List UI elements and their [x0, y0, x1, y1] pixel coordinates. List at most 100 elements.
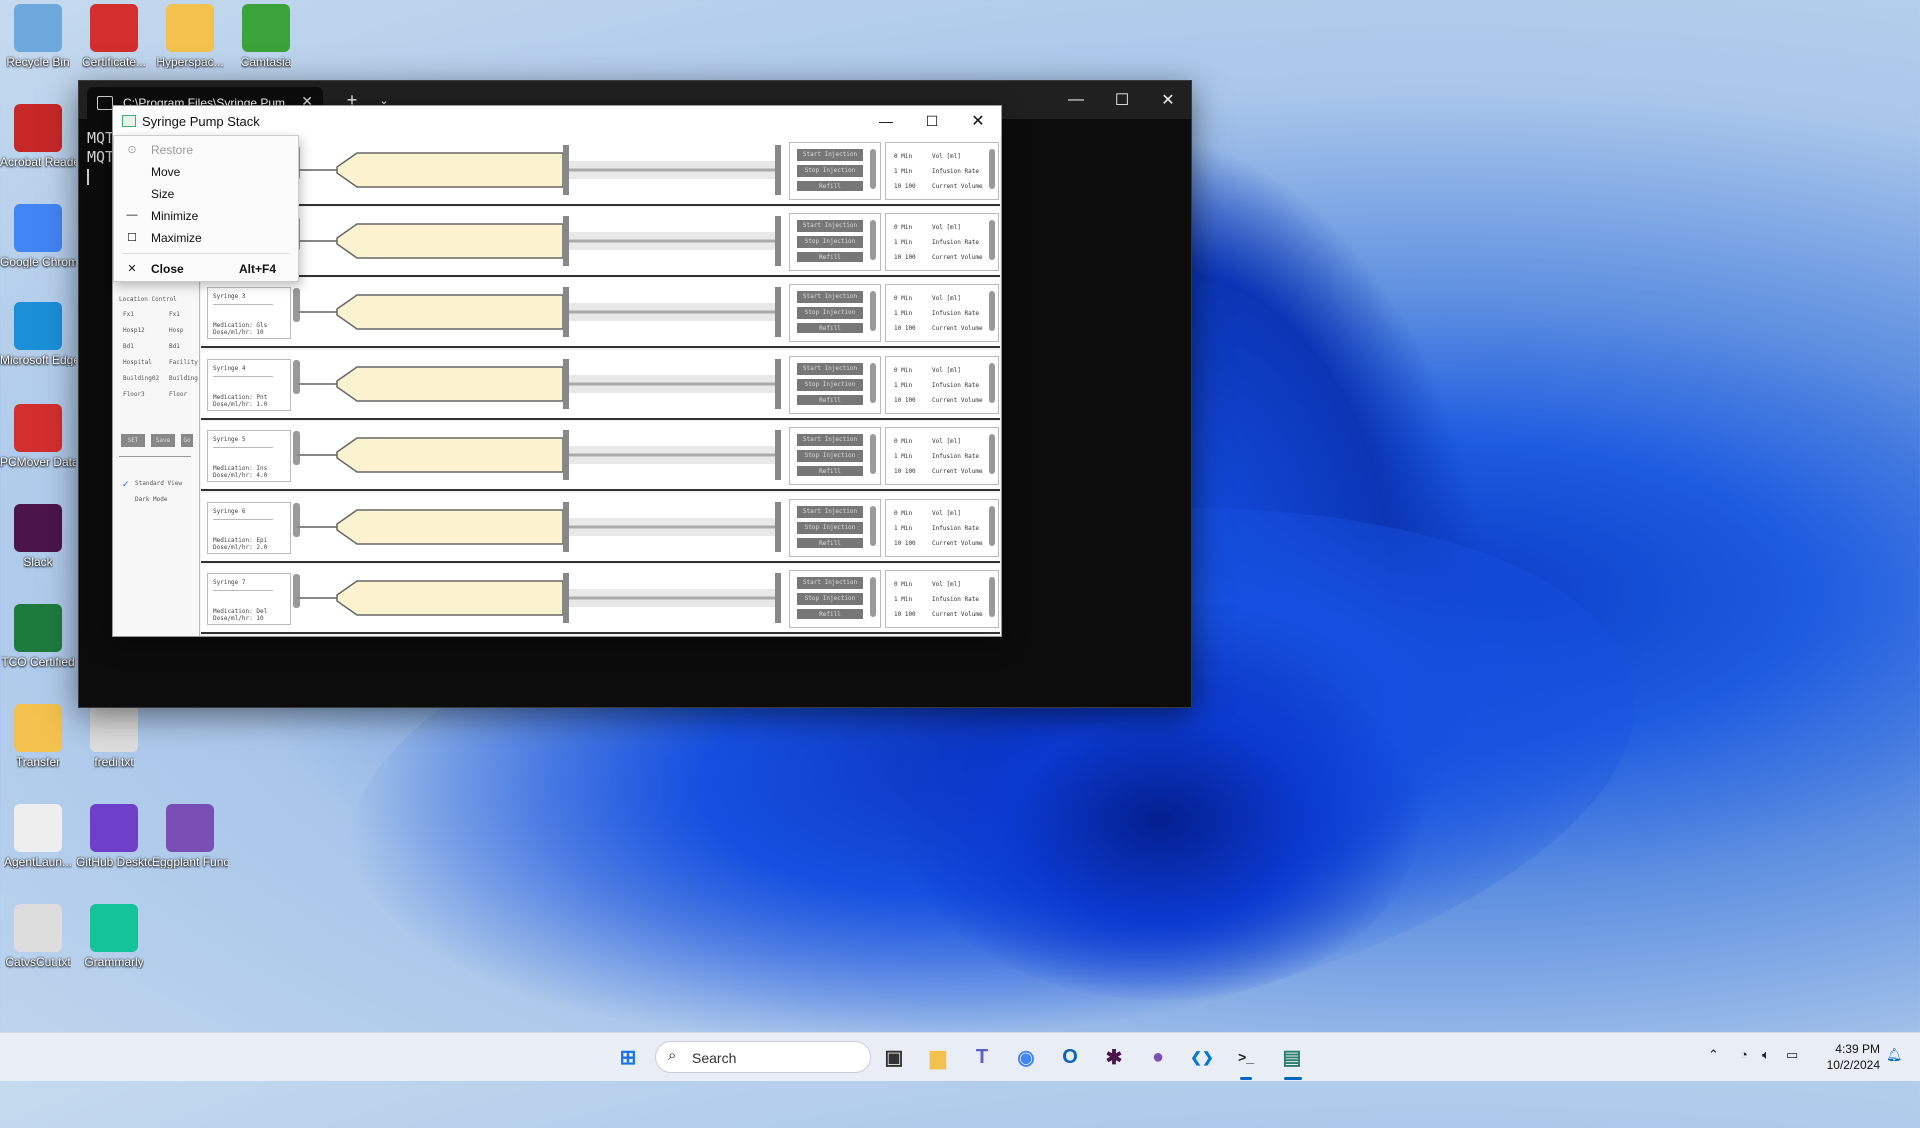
scrollbar[interactable]	[989, 577, 995, 617]
wifi-icon[interactable]: ◔	[1740, 1047, 1748, 1062]
close-icon[interactable]: ✕	[955, 106, 1001, 136]
clock[interactable]: 4:39 PM 10/2/2024	[1818, 1041, 1880, 1073]
location-button[interactable]: Go	[181, 434, 193, 447]
divider	[213, 447, 273, 448]
menu-item-size[interactable]: Size	[114, 183, 298, 205]
terminal-icon[interactable]: >_	[1230, 1041, 1262, 1073]
refill-button[interactable]: Refill	[797, 181, 863, 191]
start-injection-button[interactable]: Start Injection	[797, 434, 863, 446]
desktop-icon[interactable]: fredi.txt	[76, 704, 152, 769]
infusion-stats: 0 Min Vol [ml] 1 Min Infusion Rate 10 10…	[885, 356, 999, 414]
infusion-stats: 0 Min Vol [ml] 1 Min Infusion Rate 10 10…	[885, 570, 999, 628]
desktop-icon[interactable]: Grammarly	[76, 904, 152, 969]
refill-button[interactable]: Refill	[797, 466, 863, 476]
minimize-icon[interactable]: —	[863, 106, 909, 136]
eggplant-icon[interactable]: ●	[1142, 1041, 1174, 1073]
maximize-icon[interactable]: ☐	[909, 106, 955, 136]
teams-icon[interactable]: T	[966, 1041, 998, 1073]
chevron-up-icon[interactable]: ⌃	[1708, 1047, 1719, 1063]
menu-item-maximize[interactable]: ☐ Maximize	[114, 227, 298, 249]
start-injection-button[interactable]: Start Injection	[797, 363, 863, 375]
menu-item-minimize[interactable]: — Minimize	[114, 205, 298, 227]
injection-controls: Start Injection Stop Injection Refill	[789, 356, 881, 414]
location-field-label: Bd1	[123, 343, 134, 350]
chrome-icon[interactable]: ◉	[1010, 1041, 1042, 1073]
scrollbar[interactable]	[989, 291, 995, 331]
stop-injection-button[interactable]: Stop Injection	[797, 522, 863, 534]
location-button[interactable]: Save	[151, 434, 175, 447]
minimize-icon[interactable]: —	[1053, 81, 1099, 119]
taskbar-search[interactable]: ⌕	[655, 1041, 871, 1073]
start-injection-button[interactable]: Start Injection	[797, 577, 863, 589]
scrollbar[interactable]	[870, 149, 876, 189]
desktop-icon-label: TCO Certified	[1, 655, 75, 669]
refill-button[interactable]: Refill	[797, 323, 863, 333]
start-injection-button[interactable]: Start Injection	[797, 291, 863, 303]
desktop-icon[interactable]: Acrobat Reader	[0, 104, 76, 169]
syringe-pump-app-icon[interactable]: ▤	[1276, 1041, 1308, 1073]
search-input[interactable]	[690, 1048, 864, 1068]
desktop-icon[interactable]: Transfer	[0, 704, 76, 769]
notification-bell-icon[interactable]: 🔔︎	[1886, 1047, 1903, 1063]
desktop-icon[interactable]: Microsoft Edge	[0, 302, 76, 367]
stop-injection-button[interactable]: Stop Injection	[797, 236, 863, 248]
desktop-icon[interactable]: Recycle Bin	[0, 4, 76, 69]
slack-icon[interactable]: ✱	[1098, 1041, 1130, 1073]
stop-injection-button[interactable]: Stop Injection	[797, 379, 863, 391]
desktop-icon[interactable]: Eggplant Functional	[152, 804, 228, 869]
file-explorer-icon[interactable]: ▆	[922, 1041, 954, 1073]
stat-text: Infusion Rate	[932, 168, 979, 175]
refill-button[interactable]: Refill	[797, 538, 863, 548]
desktop-icon[interactable]: Camtasia	[228, 4, 304, 69]
battery-icon[interactable]: ▭	[1786, 1047, 1798, 1063]
task-view-icon[interactable]: ▣	[878, 1041, 910, 1073]
desktop-icon[interactable]: Google Chrome	[0, 204, 76, 269]
desktop-icon[interactable]: AgentLaun...	[0, 804, 76, 869]
stop-injection-button[interactable]: Stop Injection	[797, 593, 863, 605]
start-menu-icon[interactable]: ⊞	[612, 1041, 644, 1073]
desktop-icon[interactable]: TCO Certified	[0, 604, 76, 669]
close-icon[interactable]: ✕	[1145, 81, 1191, 119]
maximize-icon[interactable]: ☐	[1099, 81, 1145, 119]
menu-item-label: Move	[151, 165, 181, 179]
location-button[interactable]: SET	[121, 434, 145, 447]
desktop-icon[interactable]: PCMover DataMigrat...	[0, 404, 76, 469]
scrollbar[interactable]	[870, 506, 876, 546]
injection-controls: Start Injection Stop Injection Refill	[789, 570, 881, 628]
scrollbar[interactable]	[870, 577, 876, 617]
start-injection-button[interactable]: Start Injection	[797, 149, 863, 161]
menu-item-move[interactable]: Move	[114, 161, 298, 183]
desktop-icon[interactable]: Slack	[0, 504, 76, 569]
scrollbar[interactable]	[870, 363, 876, 403]
standard-view-option[interactable]: Standard View	[135, 480, 182, 487]
scrollbar[interactable]	[870, 434, 876, 474]
scrollbar[interactable]	[989, 363, 995, 403]
desktop-icon[interactable]: Certificate...	[76, 4, 152, 69]
scrollbar[interactable]	[989, 434, 995, 474]
injection-controls: Start Injection Stop Injection Refill	[789, 142, 881, 200]
dose-text: Dose/ml/hr: 1.0	[213, 401, 268, 408]
outlook-icon[interactable]: O	[1054, 1041, 1086, 1073]
volume-icon[interactable]: 🔈︎	[1762, 1047, 1770, 1063]
stop-injection-button[interactable]: Stop Injection	[797, 165, 863, 177]
syringe-graphic	[297, 430, 781, 480]
dark-mode-option[interactable]: Dark Mode	[135, 496, 168, 503]
scrollbar[interactable]	[989, 220, 995, 260]
scrollbar[interactable]	[870, 220, 876, 260]
scrollbar[interactable]	[989, 506, 995, 546]
vscode-icon[interactable]: ❮❯	[1186, 1041, 1218, 1073]
start-injection-button[interactable]: Start Injection	[797, 506, 863, 518]
scrollbar[interactable]	[989, 149, 995, 189]
start-injection-button[interactable]: Start Injection	[797, 220, 863, 232]
desktop-icon[interactable]: GitHub Desktop	[76, 804, 152, 869]
stop-injection-button[interactable]: Stop Injection	[797, 307, 863, 319]
refill-button[interactable]: Refill	[797, 609, 863, 619]
stop-injection-button[interactable]: Stop Injection	[797, 450, 863, 462]
refill-button[interactable]: Refill	[797, 252, 863, 262]
refill-button[interactable]: Refill	[797, 395, 863, 405]
pump-titlebar[interactable]: Syringe Pump Stack — ☐ ✕	[113, 106, 1001, 136]
scrollbar[interactable]	[870, 291, 876, 331]
desktop-icon[interactable]: CatvsCut.txt	[0, 904, 76, 969]
menu-item-close[interactable]: ✕ Close Alt+F4	[114, 258, 298, 280]
desktop-icon[interactable]: Hyperspac...	[152, 4, 228, 69]
